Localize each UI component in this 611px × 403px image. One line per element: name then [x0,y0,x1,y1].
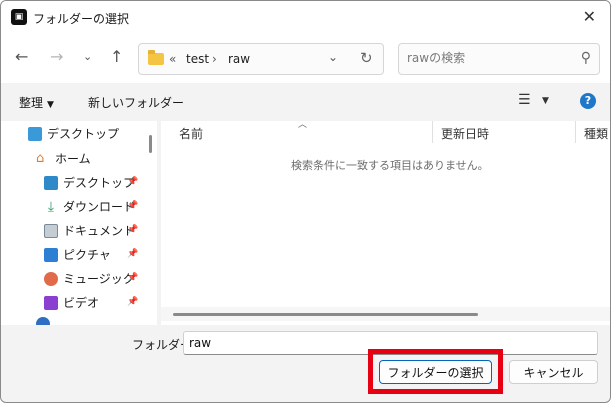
navigation-pane-scrollbar[interactable] [146,121,157,325]
pin-icon: 📌 [127,225,139,235]
sidebar-item-label: ダウンロード [63,200,136,214]
address-dropdown-icon[interactable]: ⌄ [328,50,338,64]
download-icon: ⤓ [47,198,55,215]
organize-label: 整理 [19,96,44,110]
pin-icon: 📌 [127,249,139,259]
sidebar-item-partial[interactable] [36,316,55,325]
app-icon: ▣ [11,9,27,25]
pin-icon: 📌 [127,297,139,307]
sidebar-item-label: デスクトップ [63,176,136,190]
sidebar-item-label: ミュージック [63,272,135,286]
back-arrow-icon[interactable]: ← [15,48,28,66]
desktop-icon [44,175,58,190]
column-header-name[interactable]: 名前 [179,125,203,142]
column-header-type[interactable]: 種類 [584,125,608,142]
column-divider[interactable] [432,121,433,143]
help-icon[interactable]: ? [580,93,596,109]
navigation-bar: ← → ⌄ ↑ « test › raw ⌄ ↻ ⚲ [1,33,610,83]
sidebar-item-desktop[interactable]: デスクトップ [44,174,135,194]
scrollbar-thumb[interactable] [149,135,152,153]
sidebar-item-label: ホーム [55,152,91,166]
command-bar: 整理 ▼ 新しいフォルダー ☰ ▼ ? [1,83,610,121]
search-box[interactable]: ⚲ [398,43,600,75]
pin-icon: 📌 [127,177,139,187]
search-icon[interactable]: ⚲ [581,50,591,66]
folder-icon [148,50,164,65]
desktop-icon [28,126,42,141]
horizontal-scrollbar[interactable] [161,307,610,321]
cancel-button[interactable]: キャンセル [509,360,598,384]
sidebar-item-label: ビデオ [63,296,100,310]
pictures-icon [44,247,58,262]
column-divider[interactable] [575,121,576,143]
sort-ascending-icon: ︿ [298,120,308,130]
breadcrumb-raw[interactable]: raw [228,52,250,66]
video-icon [44,295,58,310]
forward-arrow-icon[interactable]: → [50,48,63,66]
sidebar-item-label: ドキュメント [63,224,136,238]
recent-locations-chevron-icon[interactable]: ⌄ [83,48,92,66]
empty-results-message: 検索条件に一致する項目はありません。 [291,159,489,172]
cloud-icon [36,316,50,325]
view-options-icon[interactable]: ☰ [518,92,531,108]
sidebar-item-videos[interactable]: ビデオ [44,294,99,314]
title-bar: ▣ フォルダーの選択 ✕ [1,1,610,33]
music-icon [44,271,58,286]
refresh-icon[interactable]: ↻ [360,49,373,67]
close-icon[interactable]: ✕ [583,7,596,26]
window-title: フォルダーの選択 [33,12,130,26]
pin-icon: 📌 [127,201,139,211]
sidebar-item-music[interactable]: ミュージック [44,270,135,290]
sidebar-item-downloads[interactable]: ⤓ ダウンロード [44,198,135,218]
home-icon: ⌂ [36,150,45,166]
pin-icon: 📌 [127,273,139,283]
up-arrow-icon[interactable]: ↑ [110,48,123,66]
sidebar-item-label: ピクチャ [63,248,111,262]
sidebar-item-desktop-root[interactable]: デスクトップ [28,125,119,145]
overflow-chevron-icon[interactable]: « [169,52,176,66]
organize-button[interactable]: 整理 ▼ [19,94,54,111]
file-list: ︿ 名前 更新日時 種類 検索条件に一致する項目はありません。 [161,120,610,325]
navigation-pane: デスクトップ ⌂ ホーム デスクトップ 📌 ⤓ ダウンロード 📌 ドキュメント 📌 … [1,121,146,325]
breadcrumb-separator-icon[interactable]: › [212,52,217,66]
select-folder-button[interactable]: フォルダーの選択 [379,360,492,384]
scrollbar-thumb[interactable] [173,313,478,316]
breadcrumb-test[interactable]: test [186,52,209,66]
folder-picker-dialog: ▣ フォルダーの選択 ✕ ← → ⌄ ↑ « test › raw ⌄ ↻ ⚲ … [0,0,611,403]
address-bar[interactable]: « test › raw ⌄ ↻ [138,43,384,75]
column-header-modified[interactable]: 更新日時 [441,125,489,142]
view-options-chevron-icon[interactable]: ▼ [542,96,549,106]
search-input[interactable] [407,51,567,65]
document-icon [44,223,58,238]
sidebar-item-pictures[interactable]: ピクチャ [44,246,111,266]
sidebar-item-documents[interactable]: ドキュメント [44,222,135,242]
sidebar-item-label: デスクトップ [47,127,120,141]
new-folder-button[interactable]: 新しいフォルダー [88,94,184,111]
chevron-down-icon: ▼ [47,100,54,110]
sidebar-item-home[interactable]: ⌂ ホーム [36,150,91,170]
